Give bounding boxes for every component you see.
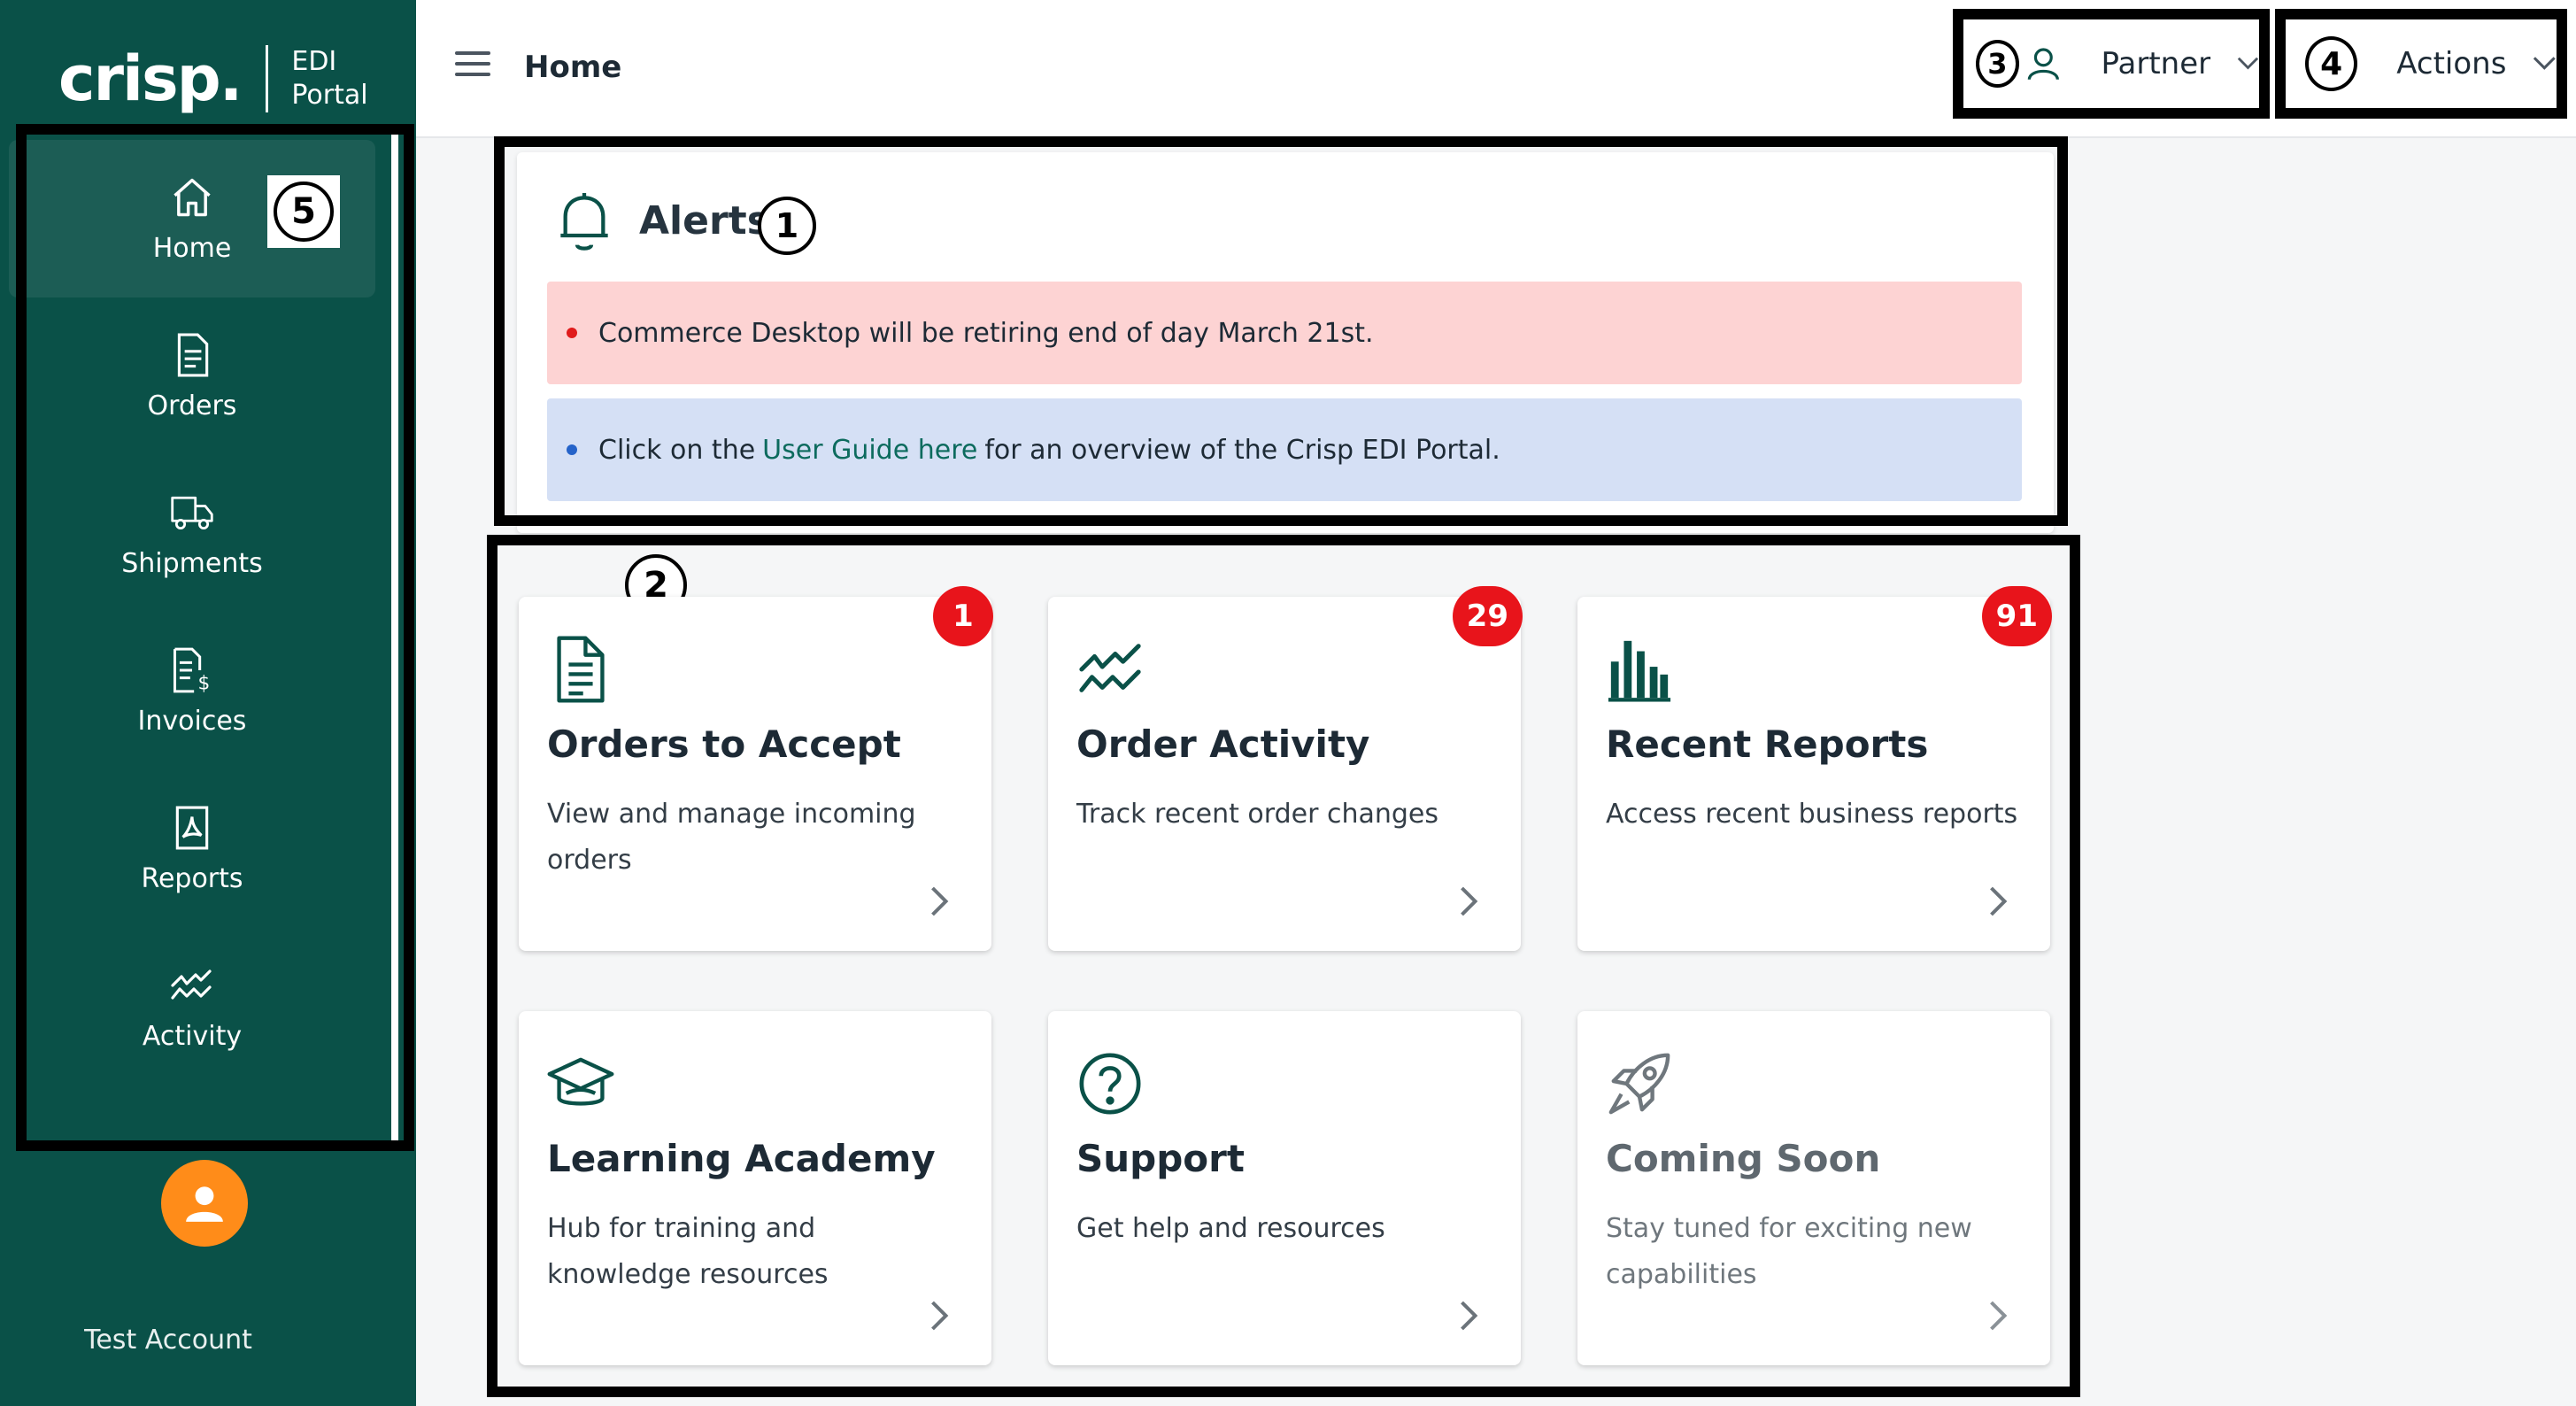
actions-label: Actions [2396, 46, 2507, 81]
tile-coming-soon[interactable]: Coming Soon Stay tuned for exciting new … [1577, 1011, 2050, 1365]
tile-description: View and manage incoming orders [547, 799, 916, 876]
partner-label: Partner [2101, 46, 2211, 81]
brand-sub-line2: Portal [291, 80, 368, 111]
chevron-down-icon [2237, 57, 2259, 70]
notification-badge: 1 [933, 586, 993, 646]
brand-sub-line1: EDI [291, 46, 337, 77]
brand-subtitle: EDI Portal [291, 45, 367, 112]
help-circle-icon [1079, 1053, 1141, 1115]
avatar[interactable] [161, 1160, 248, 1247]
tile-title: Support [1076, 1137, 1245, 1180]
chevron-right-icon [1461, 1301, 1478, 1331]
chevron-right-icon [931, 1301, 949, 1331]
tile-title: Orders to Accept [547, 722, 901, 766]
tile-title: Learning Academy [547, 1137, 936, 1180]
account-name[interactable]: Test Account [0, 1325, 336, 1356]
marker-4: 4 [2305, 36, 2358, 91]
tile-learning-academy[interactable]: Learning Academy Hub for training and kn… [519, 1011, 991, 1365]
marker-1-frame [494, 136, 2068, 526]
tile-description: Get help and resources [1076, 1213, 1385, 1244]
page-title: Home [524, 50, 622, 85]
chevron-right-icon [931, 886, 949, 916]
tile-recent-reports[interactable]: Recent Reports Access recent business re… [1577, 586, 2052, 951]
tile-description: Track recent order changes [1076, 799, 1438, 830]
tile-title: Order Activity [1076, 722, 1370, 766]
tile-title: Coming Soon [1606, 1137, 1881, 1180]
crisp-logo: crisp. [58, 42, 243, 115]
tile-orders-to-accept[interactable]: Orders to Accept View and manage incomin… [519, 586, 993, 951]
menu-icon[interactable] [455, 51, 490, 87]
marker-5-frame [16, 124, 414, 1151]
activity-icon [1079, 644, 1141, 692]
rocket-icon [1608, 1053, 1670, 1115]
tile-title: Recent Reports [1606, 722, 1929, 766]
tile-description: Access recent business reports [1606, 799, 2018, 830]
brand-logo[interactable]: crisp. EDI Portal [58, 39, 368, 119]
actions-dropdown[interactable]: 4 Actions [2275, 9, 2567, 119]
document-icon [557, 636, 605, 703]
brand-divider [266, 45, 269, 112]
chevron-right-icon [1990, 1301, 2008, 1331]
tile-order-activity[interactable]: Order Activity Track recent order change… [1048, 586, 1523, 951]
marker-3: 3 [1976, 40, 2019, 88]
user-icon [2027, 48, 2059, 81]
notification-badge: 29 [1452, 586, 1523, 646]
user-icon [186, 1186, 223, 1222]
partner-dropdown[interactable]: 3 Partner [1953, 9, 2270, 119]
tile-description: Hub for training and knowledge resources [547, 1213, 829, 1290]
chevron-down-icon [2534, 57, 2557, 70]
chevron-right-icon [1461, 886, 1478, 916]
tile-support[interactable]: Support Get help and resources [1048, 1011, 1521, 1365]
chevron-right-icon [1990, 886, 2008, 916]
graduation-cap-icon [547, 1057, 614, 1106]
bar-chart-icon [1608, 640, 1671, 702]
tile-description: Stay tuned for exciting new capabilities [1606, 1213, 1972, 1290]
notification-badge: 91 [1981, 586, 2052, 646]
